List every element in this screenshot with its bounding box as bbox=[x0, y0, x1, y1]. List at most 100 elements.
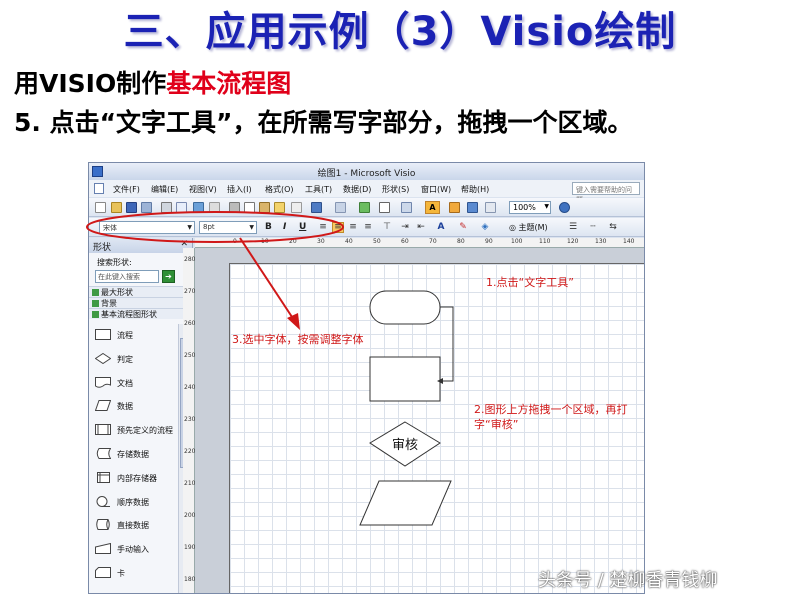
underline-button[interactable]: U bbox=[299, 222, 306, 232]
ruler-tick: 180 bbox=[184, 576, 196, 583]
redo-icon[interactable] bbox=[335, 202, 346, 213]
subtitle-prefix: 用VISIO制作 bbox=[14, 69, 167, 98]
shape-label: 直接数据 bbox=[117, 521, 149, 531]
chevron-down-icon: ▼ bbox=[544, 203, 549, 210]
menu-shape[interactable]: 形状(S) bbox=[382, 184, 409, 195]
align-top-icon[interactable]: ⊤ bbox=[381, 222, 393, 233]
decision-shape-icon bbox=[95, 352, 111, 364]
ruler-tick: 110 bbox=[539, 238, 551, 245]
shape-label: 判定 bbox=[117, 354, 133, 364]
help-search-input[interactable]: 键入需要帮助的问题 bbox=[572, 182, 640, 204]
shape-item-decision[interactable]: 判定 bbox=[89, 348, 175, 372]
standard-toolbar: A 100% ▼ bbox=[89, 198, 644, 217]
undo-icon[interactable] bbox=[311, 202, 322, 213]
search-go-button[interactable]: ➔ bbox=[162, 270, 175, 283]
pointer-tool-icon[interactable] bbox=[379, 202, 390, 213]
stencil-basic-flowchart[interactable]: 基本流程图形状 bbox=[89, 308, 192, 319]
help-icon[interactable] bbox=[559, 202, 570, 213]
save-icon[interactable] bbox=[126, 202, 137, 213]
process-shape-icon bbox=[95, 329, 111, 340]
shape-label: 文档 bbox=[117, 378, 133, 388]
spelling-icon[interactable] bbox=[193, 202, 204, 213]
line-color-icon[interactable]: ✎ bbox=[457, 222, 469, 233]
print-preview-icon[interactable] bbox=[176, 202, 187, 213]
font-color-icon[interactable]: A bbox=[435, 222, 447, 233]
menu-edit[interactable]: 编辑(E) bbox=[151, 184, 178, 195]
stencil-largest-shapes[interactable]: 最大形状 bbox=[89, 286, 192, 297]
ruler-tick: 260 bbox=[184, 320, 196, 327]
text-tool-button[interactable]: A bbox=[425, 201, 440, 214]
justify-icon[interactable]: ≡ bbox=[362, 222, 374, 233]
shape-item-data[interactable]: 数据 bbox=[89, 395, 175, 419]
slide-subtitle: 用VISIO制作基本流程图 bbox=[14, 68, 291, 100]
menu-file[interactable]: 文件(F) bbox=[113, 184, 140, 195]
menu-insert[interactable]: 插入(I) bbox=[227, 184, 252, 195]
formatting-toolbar: 宋体 ▼ 8pt ▼ B I U ≡ ≡ ≡ ≡ ⊤ ⇥ ⇤ A ✎ ◈ ◎ 主题(… bbox=[89, 218, 644, 237]
ruler-tick: 230 bbox=[184, 416, 196, 423]
shape-item-document[interactable]: 文档 bbox=[89, 372, 175, 396]
document-icon bbox=[94, 183, 104, 194]
search-shapes-label: 搜索形状: bbox=[97, 258, 132, 267]
align-center-icon[interactable]: ≡ bbox=[332, 222, 344, 233]
print-icon[interactable] bbox=[161, 202, 172, 213]
paste-icon[interactable] bbox=[259, 202, 270, 213]
shape-label: 存储数据 bbox=[117, 449, 149, 459]
pan-zoom-icon[interactable] bbox=[467, 202, 478, 213]
bold-button[interactable]: B bbox=[265, 222, 272, 232]
menu-data[interactable]: 数据(D) bbox=[343, 184, 371, 195]
font-size-select[interactable]: 8pt ▼ bbox=[199, 221, 257, 234]
new-icon[interactable] bbox=[95, 202, 106, 213]
menu-tools[interactable]: 工具(T) bbox=[305, 184, 332, 195]
indent-icon[interactable]: ⇥ bbox=[399, 222, 411, 233]
menu-help[interactable]: 帮助(H) bbox=[461, 184, 489, 195]
shape-item-stored-data[interactable]: 存储数据 bbox=[89, 443, 175, 467]
decision-label[interactable]: 审核 bbox=[380, 434, 430, 453]
search-shapes-input[interactable]: 在此键入搜索 bbox=[95, 270, 159, 283]
line-weight-icon[interactable]: ☰ bbox=[567, 222, 579, 233]
chevron-down-icon: ▼ bbox=[187, 224, 192, 231]
line-pattern-icon[interactable]: ┄ bbox=[587, 222, 599, 233]
format-painter-icon[interactable] bbox=[274, 202, 285, 213]
shape-item-manual-input[interactable]: 手动输入 bbox=[89, 538, 175, 562]
shape-item-sequential-data[interactable]: 顺序数据 bbox=[89, 491, 175, 515]
menu-view[interactable]: 视图(V) bbox=[189, 184, 217, 195]
card-shape-icon bbox=[95, 566, 111, 578]
stencil-background[interactable]: 背景 bbox=[89, 297, 192, 308]
permission-icon[interactable] bbox=[141, 202, 152, 213]
theme-button[interactable]: ◎ 主题(M) bbox=[509, 222, 548, 233]
shape-item-predefined-process[interactable]: 预先定义的流程 bbox=[89, 419, 175, 443]
shapes-panel-title: 形状 bbox=[93, 243, 112, 253]
open-folder-icon[interactable] bbox=[111, 202, 122, 213]
zoom-select[interactable]: 100% ▼ bbox=[509, 201, 551, 214]
ruler-tick: 80 bbox=[457, 238, 465, 245]
ruler-tick: 40 bbox=[345, 238, 353, 245]
outdent-icon[interactable]: ⇤ bbox=[415, 222, 427, 233]
shapes-window-icon[interactable] bbox=[449, 202, 460, 213]
research-icon[interactable] bbox=[209, 202, 220, 213]
align-right-icon[interactable]: ≡ bbox=[347, 222, 359, 233]
shape-item-card[interactable]: 卡 bbox=[89, 562, 175, 586]
data-shape-icon bbox=[95, 400, 111, 412]
shape-label: 数据 bbox=[117, 402, 133, 412]
line-ends-icon[interactable]: ⇆ bbox=[607, 222, 619, 233]
document-shape-icon bbox=[95, 376, 111, 388]
shape-item-process[interactable]: 流程 bbox=[89, 324, 175, 348]
connector-tool-icon[interactable] bbox=[401, 202, 412, 213]
delete-icon[interactable] bbox=[291, 202, 302, 213]
menu-window[interactable]: 窗口(W) bbox=[421, 184, 451, 195]
internal-storage-shape-icon bbox=[97, 471, 110, 483]
hyperlink-icon[interactable] bbox=[359, 202, 370, 213]
shape-item-internal-storage[interactable]: 内部存储器 bbox=[89, 467, 175, 491]
menu-format[interactable]: 格式(O) bbox=[265, 184, 294, 195]
stencil-icon[interactable] bbox=[485, 202, 496, 213]
shapes-panel: 形状 ✕ 搜索形状: 在此键入搜索 ➔ 最大形状 背景 基本流程图形状 流程 判… bbox=[89, 238, 193, 593]
font-name-select[interactable]: 宋体 ▼ bbox=[99, 221, 195, 234]
fill-color-icon[interactable]: ◈ bbox=[479, 222, 491, 233]
copy-icon[interactable] bbox=[244, 202, 255, 213]
ruler-tick: 30 bbox=[317, 238, 325, 245]
shape-item-direct-data[interactable]: 直接数据 bbox=[89, 514, 175, 538]
cut-icon[interactable] bbox=[229, 202, 240, 213]
italic-button[interactable]: I bbox=[283, 222, 286, 232]
align-left-icon[interactable]: ≡ bbox=[317, 222, 329, 233]
manual-input-shape-icon bbox=[95, 543, 111, 555]
